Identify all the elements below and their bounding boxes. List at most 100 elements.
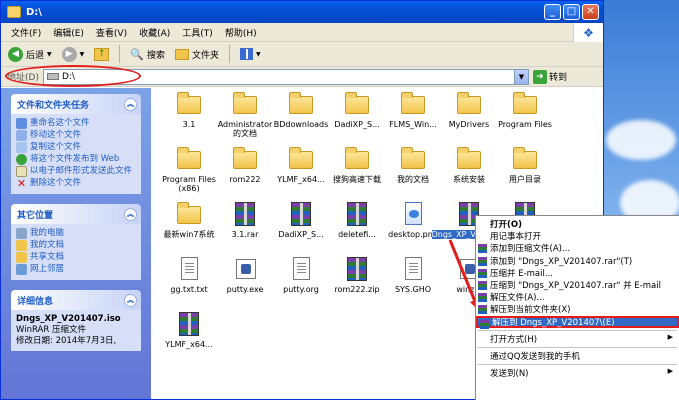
menu-favorites[interactable]: 收藏(A) [133, 26, 176, 39]
file-item[interactable]: SYS.GHO [385, 255, 441, 310]
file-item[interactable]: DadiXP_S... [329, 90, 385, 145]
details-filetype: WinRAR 压缩文件 [16, 325, 86, 335]
address-bar: 地址(D) D:\ ▼ ➜ 转到 [1, 65, 603, 87]
document-icon [286, 255, 316, 283]
collapse-icon[interactable]: ︽ [124, 293, 137, 307]
file-item[interactable]: 用户目录 [497, 145, 553, 200]
task-publish[interactable]: 将这个文件发布到 Web [16, 154, 136, 165]
chevron-down-icon: ▼ [79, 50, 85, 58]
file-item[interactable]: 最新win7系统 [161, 200, 217, 255]
context-menu-item[interactable]: 发送到(N) ▶ [476, 367, 679, 379]
file-item[interactable]: Program Files [497, 90, 553, 145]
folder-icon [230, 145, 260, 173]
up-folder-button[interactable]: ↑ [91, 46, 112, 63]
task-delete[interactable]: ✕ 删除这个文件 [16, 178, 136, 189]
folder-icon [286, 90, 316, 118]
file-item[interactable]: 系统安装 [441, 145, 497, 200]
menu-file[interactable]: 文件(F) [5, 26, 47, 39]
file-label: 3.1.rar [231, 230, 259, 239]
file-item[interactable]: 3.1.rar [217, 200, 273, 255]
task-rename[interactable]: 重命名这个文件 [16, 118, 136, 129]
icon-shape [177, 147, 201, 169]
folder-icon [174, 200, 204, 228]
context-menu-item[interactable]: 添加到 "Dngs_XP_V201407.rar"(T) [476, 255, 679, 267]
file-item[interactable]: gg.txt.txt [161, 255, 217, 310]
file-tasks-header[interactable]: 文件和文件夹任务 ︽ [11, 94, 141, 114]
file-item[interactable]: MyDrivers [441, 90, 497, 145]
task-copy[interactable]: 复制这个文件 [16, 142, 136, 153]
file-item[interactable]: YLMF_x64... [161, 310, 217, 365]
other-places-header[interactable]: 其它位置 ︽ [11, 204, 141, 224]
place-my-computer[interactable]: 我的电脑 [16, 228, 136, 239]
folder-icon [174, 90, 204, 118]
title-bar[interactable]: D:\ _ □ ✕ [1, 1, 603, 23]
context-menu-label: 解压文件(A)... [490, 293, 545, 304]
menu-edit[interactable]: 编辑(E) [47, 26, 90, 39]
shared-folder-icon [16, 252, 27, 263]
file-item[interactable]: BDdownloads [273, 90, 329, 145]
collapse-icon[interactable]: ︽ [124, 97, 137, 111]
context-menu-label: 添加到压缩文件(A)... [490, 244, 571, 255]
details-header[interactable]: 详细信息 ︽ [11, 290, 141, 310]
file-item[interactable]: Program Files (x86) [161, 145, 217, 200]
go-button[interactable]: ➜ 转到 [532, 69, 567, 84]
context-menu-item[interactable]: 解压到 Dngs_XP_V201407\(E) [476, 315, 679, 329]
menu-view[interactable]: 查看(V) [90, 26, 133, 39]
other-places-title: 其它位置 [17, 210, 54, 221]
file-item[interactable]: putty.org [273, 255, 329, 310]
winrar-icon [478, 244, 487, 254]
file-item[interactable]: rom222 [217, 145, 273, 200]
place-shared-documents[interactable]: 共享文档 [16, 252, 136, 263]
context-menu-item[interactable]: 解压到当前文件夹(X) [476, 303, 679, 315]
context-menu-item[interactable]: 添加到压缩文件(A)... [476, 242, 679, 254]
file-item[interactable]: 搜狗高速下载 [329, 145, 385, 200]
file-item[interactable]: rom222.zip [329, 255, 385, 310]
file-item[interactable]: putty.exe [217, 255, 273, 310]
context-menu-item[interactable]: 打开方式(H) ▶ [476, 333, 679, 345]
context-menu-item[interactable]: 用记事本打开 [476, 230, 679, 242]
place-label: 我的电脑 [30, 228, 65, 238]
menu-help[interactable]: 帮助(H) [219, 26, 263, 39]
context-menu-item[interactable]: 解压文件(A)... [476, 291, 679, 303]
file-item[interactable]: 3.1 [161, 90, 217, 145]
maximize-button[interactable]: □ [563, 4, 580, 20]
task-email[interactable]: 以电子邮件形式发送此文件 [16, 166, 136, 177]
computer-icon [16, 228, 27, 239]
file-label: putty.org [283, 285, 319, 294]
minimize-button[interactable]: _ [544, 4, 561, 20]
icon-shape [293, 257, 310, 280]
task-pane: 文件和文件夹任务 ︽ 重命名这个文件 移动这个文件 复制这个文件 将这个文件发布… [1, 88, 151, 399]
file-item[interactable]: FLMS_Win... [385, 90, 441, 145]
file-item[interactable]: desktop.png [385, 200, 441, 255]
folders-label: 文件夹 [191, 50, 219, 61]
file-item[interactable]: YLMF_x64... [273, 145, 329, 200]
file-item[interactable]: DadiXP_S... [273, 200, 329, 255]
task-move[interactable]: 移动这个文件 [16, 130, 136, 141]
search-button[interactable]: 🔍 搜索 [127, 46, 168, 63]
toolbar: ◀ 后退 ▼ ▶ ▼ ↑ 🔍 搜索 文件夹 ▼ [1, 42, 603, 67]
document-icon [398, 255, 428, 283]
collapse-icon[interactable]: ︽ [124, 207, 137, 221]
context-menu-item[interactable]: 压缩到 "Dngs_XP_V201407.rar" 并 E-mail [476, 279, 679, 291]
context-menu-item[interactable]: 压缩并 E-mail... [476, 267, 679, 279]
place-network[interactable]: 网上邻居 [16, 264, 136, 275]
context-menu-item[interactable]: 通过QQ发送到我的手机 [476, 350, 679, 362]
file-label: DadiXP_S... [334, 120, 380, 129]
context-menu-item[interactable]: 打开(O) [476, 218, 679, 230]
forward-button[interactable]: ▶ ▼ [59, 45, 88, 64]
address-dropdown-icon[interactable]: ▼ [513, 69, 528, 84]
views-button[interactable]: ▼ [237, 46, 264, 62]
file-label: deletefi... [338, 230, 376, 239]
folders-button[interactable]: 文件夹 [172, 46, 222, 63]
file-item[interactable]: deletefi... [329, 200, 385, 255]
place-my-documents[interactable]: 我的文档 [16, 240, 136, 251]
file-item[interactable]: 我的文档 [385, 145, 441, 200]
task-copy-label: 复制这个文件 [30, 142, 82, 152]
icon-shape [401, 92, 425, 114]
menu-tools[interactable]: 工具(T) [176, 26, 219, 39]
toolbar-separator [229, 45, 230, 63]
close-button[interactable]: ✕ [582, 4, 599, 20]
back-button[interactable]: ◀ 后退 ▼ [5, 45, 55, 64]
file-item[interactable]: Administrator的文档 [217, 90, 273, 145]
file-label: Program Files (x86) [162, 175, 216, 193]
